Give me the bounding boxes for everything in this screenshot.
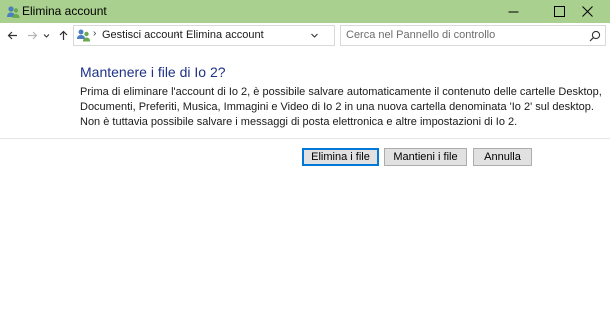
forward-button[interactable] <box>24 27 40 43</box>
close-button[interactable] <box>564 0 610 23</box>
maximize-icon <box>553 6 565 17</box>
breadcrumb-separator: › <box>93 28 97 39</box>
cancel-button[interactable]: Annulla <box>473 148 532 166</box>
description-text: Prima di eliminare l'account di Io 2, è … <box>80 85 602 130</box>
search-icon[interactable] <box>589 30 601 42</box>
navigation-bar: › Gestisci account › Elimina account Cer… <box>0 23 610 48</box>
up-arrow-icon <box>59 30 67 40</box>
breadcrumb-item-elimina-account[interactable]: Elimina account <box>186 29 264 41</box>
title-bar: Elimina account <box>0 0 610 23</box>
breadcrumb-separator[interactable]: › <box>176 28 179 39</box>
description-line: Prima di eliminare l'account di Io 2, è … <box>80 86 602 98</box>
address-dropdown-icon[interactable] <box>310 31 319 40</box>
recent-locations-button[interactable] <box>40 27 52 43</box>
close-icon <box>581 6 593 17</box>
search-input[interactable]: Cerca nel Pannello di controllo <box>340 25 606 46</box>
forward-arrow-icon <box>27 31 37 39</box>
window-title: Elimina account <box>22 4 107 18</box>
minimize-button[interactable] <box>490 0 536 23</box>
back-button[interactable] <box>4 27 20 43</box>
up-button[interactable] <box>55 27 71 43</box>
chevron-down-icon <box>43 33 49 38</box>
minimize-icon <box>508 11 518 13</box>
back-arrow-icon <box>7 31 17 39</box>
description-line: Non è tuttavia possibile salvare i messa… <box>80 116 518 128</box>
search-placeholder[interactable]: Cerca nel Pannello di controllo <box>346 29 495 41</box>
address-bar[interactable]: › Gestisci account › Elimina account <box>73 25 405 46</box>
control-panel-icon <box>77 29 90 42</box>
delete-files-button[interactable]: Elimina i file <box>302 148 379 166</box>
breadcrumb-item-gestisci-account[interactable]: Gestisci account <box>102 29 183 41</box>
user-accounts-icon <box>7 6 20 18</box>
description-line: Documenti, Preferiti, Musica, Immagini e… <box>80 101 594 113</box>
keep-files-button[interactable]: Mantieni i file <box>384 148 467 166</box>
page-title: Mantenere i file di Io 2? <box>80 64 226 80</box>
divider <box>0 138 610 139</box>
